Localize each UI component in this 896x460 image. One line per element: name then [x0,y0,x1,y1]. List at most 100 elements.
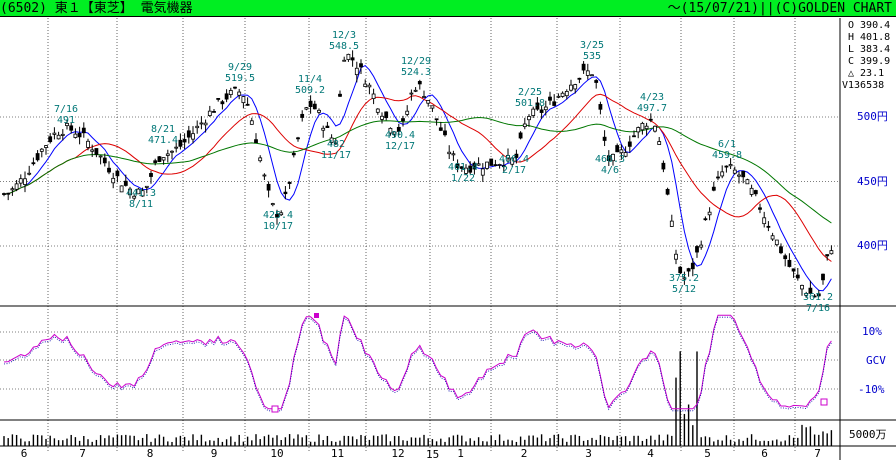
candle-body [384,111,389,119]
annotation-price: 7/16 [806,303,830,314]
candle-body [493,164,498,167]
oscillator-line [3,314,832,410]
candle-body [77,132,82,138]
candle-body [695,246,699,253]
stock-chart: 6 7 8 9 10 11 12 1 2 3 4 5 6 77/164918/21471.49/29519… [0,18,896,460]
annotation-price: 509.2 [295,85,325,96]
volume-unit: 5000万 [849,428,887,441]
candle-body [480,168,485,176]
candle-body [821,273,825,281]
candle-body [434,118,439,121]
candle-body [325,125,330,128]
osc-tick-top: 10% [862,325,882,338]
annotation-date: 3/25 [580,40,604,51]
candle-body [745,179,750,185]
candle-body [60,133,65,136]
month-label: 10 [270,447,283,460]
candle-body [443,130,447,136]
ohlc-high: H 401.8 [848,32,890,43]
candle-body [632,135,636,138]
annotation-date: 6/1 [718,139,736,150]
annotation-date: 466.3 [595,154,625,165]
candle-body [741,170,746,178]
price-tick-500: 500円 [857,110,888,123]
candle-body [287,182,292,184]
month-label: 3 [585,447,592,460]
candle-body [581,63,586,71]
candle-body [552,101,557,106]
candle-body [829,250,834,255]
month-label: 7 [814,447,821,460]
grid-lines [0,18,896,460]
candle-body [338,93,342,97]
candle-body [283,191,288,195]
candle-body [758,207,762,210]
candle-body [342,59,347,62]
year-marker: 15 [426,448,439,460]
candle-body [724,165,729,168]
candle-body [350,57,355,61]
candle-body [312,103,317,110]
annotation-price: 5/12 [672,284,696,295]
candle-body [825,254,830,257]
candle-body [438,127,443,131]
candle-body [522,123,527,128]
candle-body [531,108,536,116]
candle-body [590,74,594,77]
annotation-date: 12/3 [332,30,356,41]
ohlc-change: △ 23.1 [848,68,884,79]
candle-body [371,93,376,100]
candle-body [254,139,258,144]
annotation-price: 2/17 [502,165,526,176]
candle-body [39,148,44,152]
candle-body [409,92,414,95]
candle-body [203,122,208,126]
candle-body [598,104,603,110]
price-tick-400: 400円 [857,239,888,252]
annotation-price: 524.3 [401,67,431,78]
candle-body [627,141,632,147]
candle-body [346,53,351,60]
month-label: 6 [761,447,768,460]
annotation-price: 497.7 [637,103,667,114]
candle-body [619,149,624,154]
candle-body [31,162,36,165]
candle-body [527,116,531,121]
osc-high-marker [314,313,319,318]
candle-body [669,220,674,227]
annotation-date: 2/25 [518,87,542,98]
candle-body [569,84,573,91]
candle-body [401,118,405,122]
candle-body [707,211,712,216]
candle-body [560,92,565,97]
candle-body [52,132,57,135]
candle-body [107,167,111,173]
candle-body [375,108,380,113]
candle-body [56,134,61,140]
candle-body [791,268,796,272]
ma-mid-line [3,93,832,262]
candle-body [94,148,99,155]
candle-body [119,185,124,193]
annotation-date: 4/23 [640,92,664,103]
candle-body [674,253,678,260]
candle-body [44,145,48,148]
annotation-date: 361.2 [803,292,833,303]
candle-body [430,105,435,109]
month-label: 2 [521,447,528,460]
candle-body [770,235,775,240]
candle-body [98,155,103,158]
osc-tick-bottom: -10% [858,383,885,396]
candle-body [602,136,607,141]
candle-body [753,190,758,195]
candle-body [413,89,418,92]
candle-body [216,98,221,100]
annotation-date: 482 [327,139,345,150]
candle-body [380,115,384,120]
candle-body [636,127,641,133]
candle-body [321,127,326,131]
osc-low-marker [271,405,279,413]
candle-body [686,268,691,272]
candle-body [417,81,422,85]
candle-body [195,125,200,129]
